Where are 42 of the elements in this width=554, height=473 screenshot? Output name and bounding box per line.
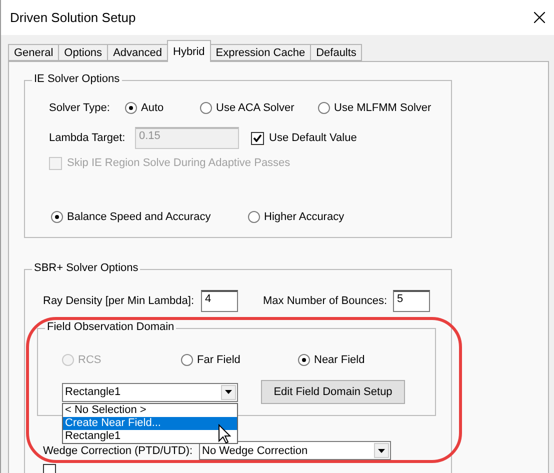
tab[interactable]: Advanced [107,44,168,61]
radio-label: Near Field [314,354,365,366]
field-label: Lambda Target: [49,132,126,144]
radio-button[interactable] [181,354,193,366]
radio-label: Use MLFMM Solver [334,102,432,114]
radio-button[interactable] [125,102,137,114]
dropdown-item[interactable]: Create Near Field... [63,416,237,430]
group-title: Field Observation Domain [45,321,176,333]
radio-button[interactable] [200,102,212,114]
edit-domain-button[interactable]: Edit Field Domain Setup [261,380,405,404]
checkbox[interactable] [251,132,264,144]
checkbox-label: Skip IE Region Solve During Adaptive Passes [67,157,290,169]
wedge-combo[interactable]: No Wedge Correction [199,441,391,460]
radio-label: Auto [141,102,164,114]
tab[interactable]: General [8,44,60,61]
tab[interactable]: Defaults [310,44,362,61]
bounces-input[interactable]: 5 [393,290,430,312]
checkmark-icon [253,134,262,142]
group-title: IE Solver Options [32,73,122,85]
field-label: Solver Type: [49,102,111,114]
radio-button[interactable] [298,354,310,366]
window-title: Driven Solution Setup [10,10,136,25]
field-label: Ray Density [per Min Lambda]: [43,294,196,306]
caret-icon [225,390,232,394]
tab[interactable]: Expression Cache [210,44,312,61]
radio-label: Use ACA Solver [216,102,294,114]
field-label: Max Number of Bounces: [263,294,388,306]
ray-density-input[interactable]: 4 [201,290,238,312]
field-label: Wedge Correction (PTD/UTD): [43,444,194,456]
radio-label: Far Field [197,354,240,366]
tab[interactable]: Hybrid [167,40,211,62]
radio-label: Balance Speed and Accuracy [67,211,211,223]
caret-icon [378,448,385,452]
tab[interactable]: Options [58,44,108,61]
radio-label: RCS [78,354,102,366]
radio-button[interactable] [318,102,330,114]
radio-label: Higher Accuracy [264,211,344,223]
radio-button[interactable] [51,211,63,223]
group-title: SBR+ Solver Options [32,262,140,274]
checkbox-label: Use Default Value [269,132,357,144]
radio-button[interactable] [248,211,260,223]
close-icon[interactable] [534,12,545,23]
